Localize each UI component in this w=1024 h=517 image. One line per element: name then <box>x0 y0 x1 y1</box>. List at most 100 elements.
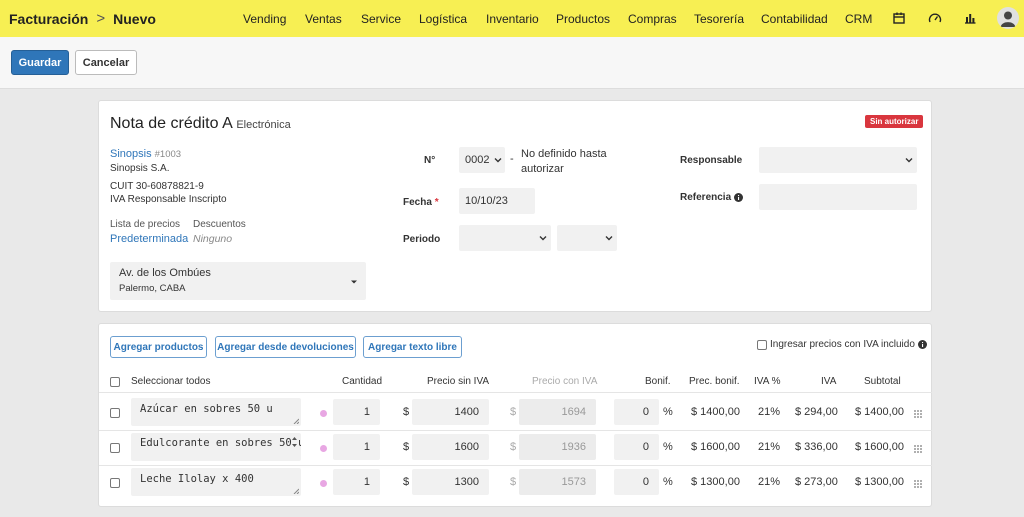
chevron-down-icon <box>605 236 613 241</box>
currency-symbol: $ <box>510 441 517 453</box>
discount-input[interactable]: 0 <box>614 399 659 425</box>
discounted-price: $ 1300,00 <box>691 476 740 488</box>
nav-contabilidad[interactable]: Contabilidad <box>761 12 828 26</box>
period-year-select[interactable] <box>557 225 617 251</box>
price-input[interactable]: 1400 <box>412 399 489 425</box>
period-label: Periodo <box>403 234 441 245</box>
nav-ventas[interactable]: Ventas <box>305 12 342 26</box>
document-subtitle: Electrónica <box>236 119 291 131</box>
user-avatar-icon[interactable] <box>997 7 1019 29</box>
row-checkbox[interactable] <box>110 443 120 453</box>
iva-amount: $ 273,00 <box>795 476 838 488</box>
caret-down-icon <box>351 280 357 284</box>
currency-symbol: $ <box>403 406 410 418</box>
discounts-link[interactable]: Ninguno <box>193 233 232 245</box>
iva-amount: $ 294,00 <box>795 406 838 418</box>
responsible-select[interactable] <box>759 147 917 173</box>
percent-symbol: % <box>663 441 673 453</box>
nav-logistica[interactable]: Logística <box>419 12 467 26</box>
status-dot <box>320 480 327 487</box>
header-iva: IVA <box>821 376 837 387</box>
resize-handle-icon[interactable] <box>293 488 299 494</box>
discount-input[interactable]: 0 <box>614 469 659 495</box>
calendar-icon[interactable] <box>892 11 906 25</box>
document-title: Nota de crédito A Electrónica <box>110 115 291 133</box>
info-icon[interactable] <box>917 340 927 349</box>
reference-label-text: Referencia <box>680 192 732 203</box>
nav-service[interactable]: Service <box>361 12 401 26</box>
currency-symbol: $ <box>510 476 517 488</box>
add-from-returns-button[interactable]: Agregar desde devoluciones <box>215 336 356 358</box>
breadcrumb-module[interactable]: Facturación <box>9 11 88 27</box>
address-line1: Av. de los Ombúes <box>119 267 211 279</box>
top-bar: Facturación > Nuevo Vending Ventas Servi… <box>0 0 1024 37</box>
address-select[interactable]: Av. de los Ombúes Palermo, CABA <box>110 262 366 300</box>
item-description-input[interactable]: Azúcar en sobres 50 u <box>131 398 301 426</box>
percent-symbol: % <box>663 476 673 488</box>
period-month-select[interactable] <box>459 225 551 251</box>
add-free-text-button[interactable]: Agregar texto libre <box>363 336 462 358</box>
divider <box>99 392 932 393</box>
iva-included-label: Ingresar precios con IVA incluido <box>770 339 915 350</box>
select-all-checkbox[interactable] <box>110 377 120 387</box>
cancel-button[interactable]: Cancelar <box>75 50 137 75</box>
items-card: Agregar productos Agregar desde devoluci… <box>98 323 932 507</box>
nav-productos[interactable]: Productos <box>556 12 610 26</box>
nav-inventario[interactable]: Inventario <box>486 12 539 26</box>
header-iva-percent: IVA % <box>754 376 781 387</box>
breadcrumb-separator: > <box>96 10 106 27</box>
required-marker: * <box>434 197 439 208</box>
iva-percent: 21% <box>758 406 781 418</box>
number-dash: - <box>510 153 514 165</box>
nav-compras[interactable]: Compras <box>628 12 677 26</box>
date-label-text: Fecha <box>403 197 432 208</box>
client-name-row: Sinopsis #1003 <box>110 148 181 160</box>
price-input[interactable]: 1300 <box>412 469 489 495</box>
scroll-arrows-icon[interactable] <box>291 435 298 449</box>
price-with-iva-input: 1573 <box>519 469 596 495</box>
number-value: No definido hasta autorizar <box>521 148 607 175</box>
nav-crm[interactable]: CRM <box>845 12 872 26</box>
item-description-input[interactable]: Leche Ilolay x 400 <box>131 468 301 496</box>
status-badge: Sin autorizar <box>865 115 924 128</box>
info-icon[interactable] <box>734 193 744 202</box>
price-input[interactable]: 1600 <box>412 434 489 460</box>
nav-vending[interactable]: Vending <box>243 12 286 26</box>
row-checkbox[interactable] <box>110 408 120 418</box>
nav-tesoreria[interactable]: Tesorería <box>694 12 744 26</box>
quantity-input[interactable]: 1 <box>333 434 380 460</box>
reference-input[interactable] <box>759 184 917 210</box>
drag-handle-icon[interactable] <box>914 480 922 488</box>
divider <box>99 465 932 466</box>
document-header-card: Nota de crédito A Electrónica Sin autori… <box>98 100 932 312</box>
currency-symbol: $ <box>510 406 517 418</box>
number-prefix-value: 0002 <box>465 154 490 166</box>
date-input[interactable]: 10/10/23 <box>459 188 535 214</box>
iva-included-checkbox[interactable] <box>757 339 767 350</box>
gauge-icon[interactable] <box>928 11 942 25</box>
client-name-link[interactable]: Sinopsis <box>110 148 152 160</box>
add-products-button[interactable]: Agregar productos <box>110 336 207 358</box>
address-line2: Palermo, CABA <box>119 283 186 294</box>
subtotal: $ 1400,00 <box>855 406 904 418</box>
currency-symbol: $ <box>403 476 410 488</box>
price-list-link[interactable]: Predeterminada <box>110 233 188 245</box>
row-checkbox[interactable] <box>110 478 120 488</box>
quantity-input[interactable]: 1 <box>333 469 380 495</box>
drag-handle-icon[interactable] <box>914 410 922 418</box>
iva-amount: $ 336,00 <box>795 441 838 453</box>
quantity-input[interactable]: 1 <box>333 399 380 425</box>
date-label: Fecha * <box>403 197 439 208</box>
drag-handle-icon[interactable] <box>914 445 922 453</box>
discounts-label: Descuentos <box>193 219 246 230</box>
number-prefix-select[interactable]: 0002 <box>459 147 505 173</box>
chevron-down-icon <box>905 158 913 163</box>
discount-input[interactable]: 0 <box>614 434 659 460</box>
save-button[interactable]: Guardar <box>11 50 69 75</box>
bar-chart-icon[interactable] <box>963 11 977 25</box>
reference-label: Referencia <box>680 192 744 203</box>
price-list-label: Lista de precios <box>110 219 181 230</box>
resize-handle-icon[interactable] <box>293 418 299 424</box>
item-description-input[interactable]: Edulcorante en sobres 50 u <box>131 433 301 461</box>
subtotal: $ 1600,00 <box>855 441 904 453</box>
